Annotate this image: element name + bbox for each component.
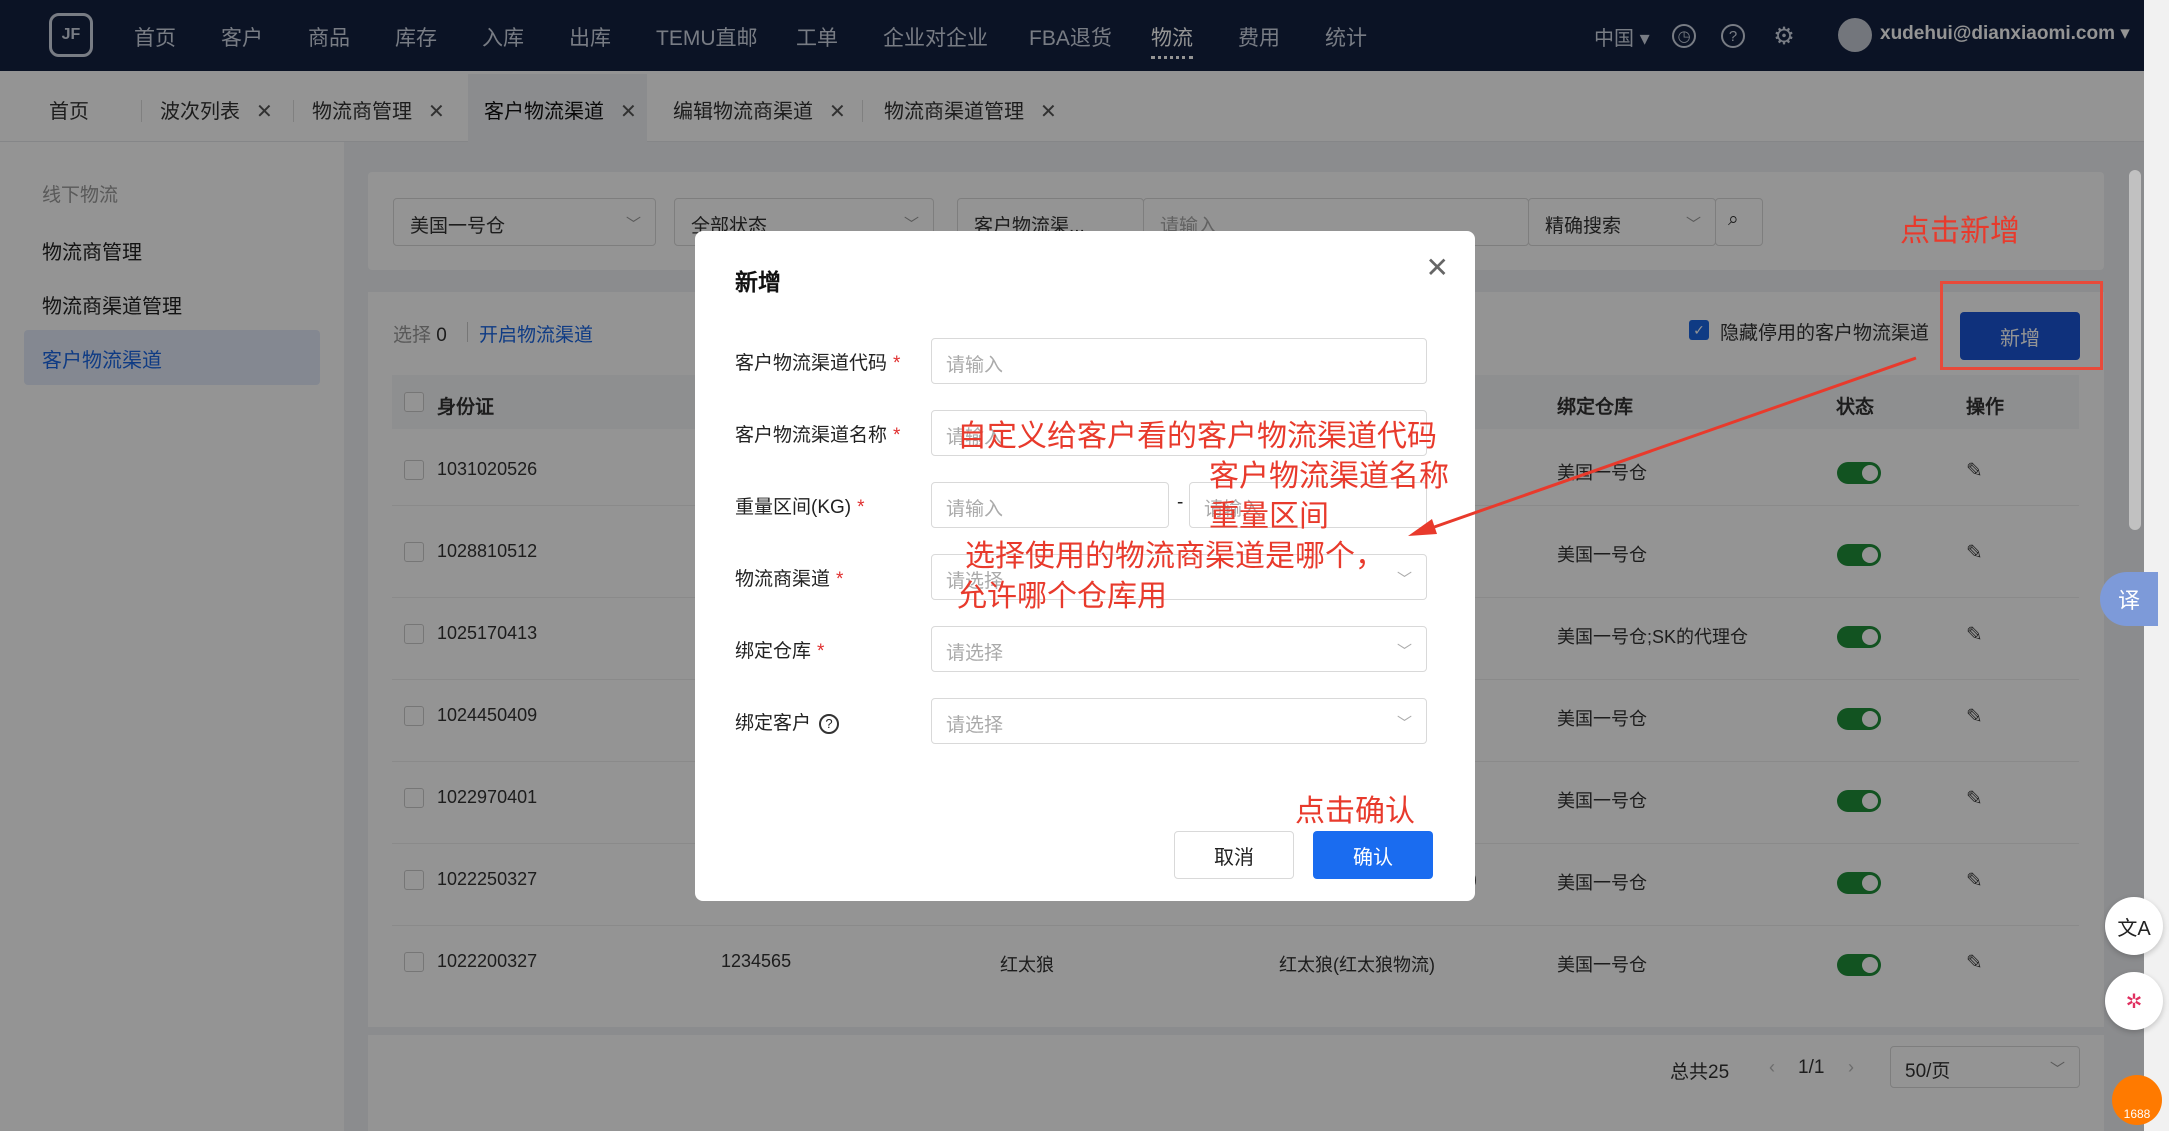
ali-badge-label: 1688 <box>2123 1107 2151 1121</box>
network-icon[interactable]: ✲ <box>2105 972 2163 1030</box>
translate-float-button[interactable]: 译 <box>2100 572 2158 626</box>
annotation-arrow <box>1408 356 1917 536</box>
scrollbar-thumb[interactable] <box>2129 170 2141 530</box>
ali-badge-icon[interactable]: 1688 <box>2112 1075 2162 1125</box>
translate-icon[interactable]: 文A <box>2105 897 2163 955</box>
translate-label: 译 <box>2117 588 2140 613</box>
scrollbar-track[interactable] <box>2144 0 2169 1131</box>
